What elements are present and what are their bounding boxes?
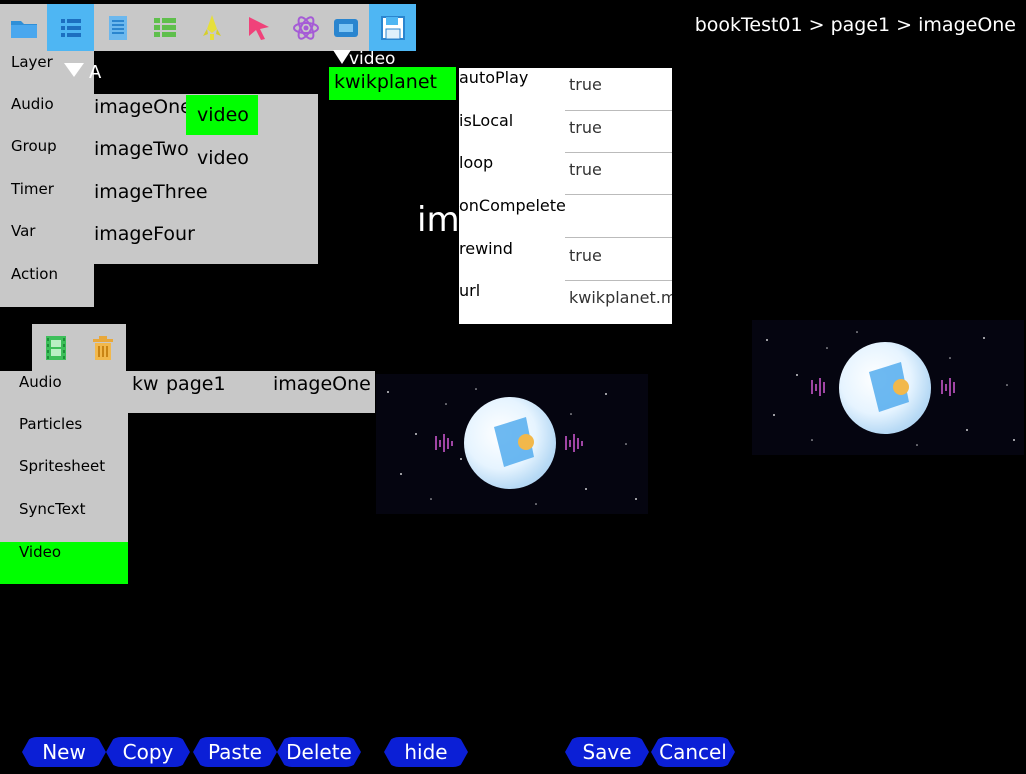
preview-image [752,320,1024,455]
save-icon[interactable] [369,4,416,51]
cancel-button[interactable]: Cancel [651,737,735,767]
document-icon[interactable] [94,4,141,51]
new-button[interactable]: New [22,737,106,767]
globe-image [464,397,556,489]
component-icon[interactable] [322,4,369,51]
a-label: A [89,62,102,83]
delete-button[interactable]: Delete [277,737,361,767]
menu-item-group[interactable]: Group [0,125,94,167]
cursor-icon[interactable] [235,4,282,51]
path-layer[interactable]: imageOne [273,373,371,395]
preview-image [376,374,648,514]
video-item-selected[interactable]: video [186,95,258,135]
property-value-input[interactable]: true [565,68,672,111]
property-row: rewind true [459,239,672,282]
property-row: onCompelete [459,196,672,239]
add-layer-menu: Audio Particles Spritesheet SyncText Vid… [0,371,128,584]
menu-item-spritesheet[interactable]: Spritesheet [0,445,128,487]
property-table: autoPlay true isLocal true loop true onC… [459,68,672,324]
globe-image [839,342,931,434]
property-key: onCompelete [459,196,566,215]
menu-item-action[interactable]: Action [0,253,94,295]
breadcrumb: bookTest01 > page1 > imageOne [694,14,1016,36]
path-page[interactable]: page1 [166,373,226,395]
menu-item-particles[interactable]: Particles [0,403,128,445]
property-value-input[interactable]: true [565,153,672,195]
layer-item-imageThree[interactable]: imageThree [94,181,208,203]
menu-item-video[interactable]: Video [0,542,128,584]
menu-item-audio[interactable]: Audio [0,361,128,403]
rocket-icon[interactable] [188,4,235,51]
table-icon[interactable] [141,4,188,51]
layer-type-menu: Layer Audio Group Timer Var Action [0,51,94,307]
path-bar: kw page1 imageOne [128,371,375,413]
video-label: video [349,49,396,69]
layer-item-imageOne[interactable]: imageOne [94,96,192,118]
hide-button[interactable]: hide [384,737,468,767]
video-item[interactable]: video [197,147,249,169]
path-book[interactable]: kw [132,373,159,395]
save-button[interactable]: Save [565,737,649,767]
property-value-input[interactable]: true [565,111,672,153]
copy-button[interactable]: Copy [106,737,190,767]
layer-item-imageFour[interactable]: imageFour [94,223,195,245]
property-row: autoPlay true [459,68,672,111]
property-key: loop [459,153,494,172]
menu-item-audio[interactable]: Audio [0,83,94,125]
property-row: loop true [459,153,672,196]
property-row: url kwikplanet.m [459,281,672,324]
menu-item-synctext[interactable]: SyncText [0,488,128,530]
property-value-input[interactable]: true [565,239,672,281]
property-key: autoPlay [459,68,529,87]
layer-item-imageTwo[interactable]: imageTwo [94,138,189,160]
property-row: isLocal true [459,111,672,154]
kwikplanet-item-selected[interactable]: kwikplanet [329,67,456,100]
menu-item-timer[interactable]: Timer [0,168,94,210]
property-key: isLocal [459,111,514,130]
dropdown-arrow-icon[interactable] [64,63,84,77]
property-value-input[interactable] [565,196,672,238]
property-key: url [459,281,481,300]
property-value-input[interactable]: kwikplanet.m [565,281,672,323]
menu-item-var[interactable]: Var [0,210,94,252]
property-key: rewind [459,239,513,258]
paste-button[interactable]: Paste [193,737,277,767]
